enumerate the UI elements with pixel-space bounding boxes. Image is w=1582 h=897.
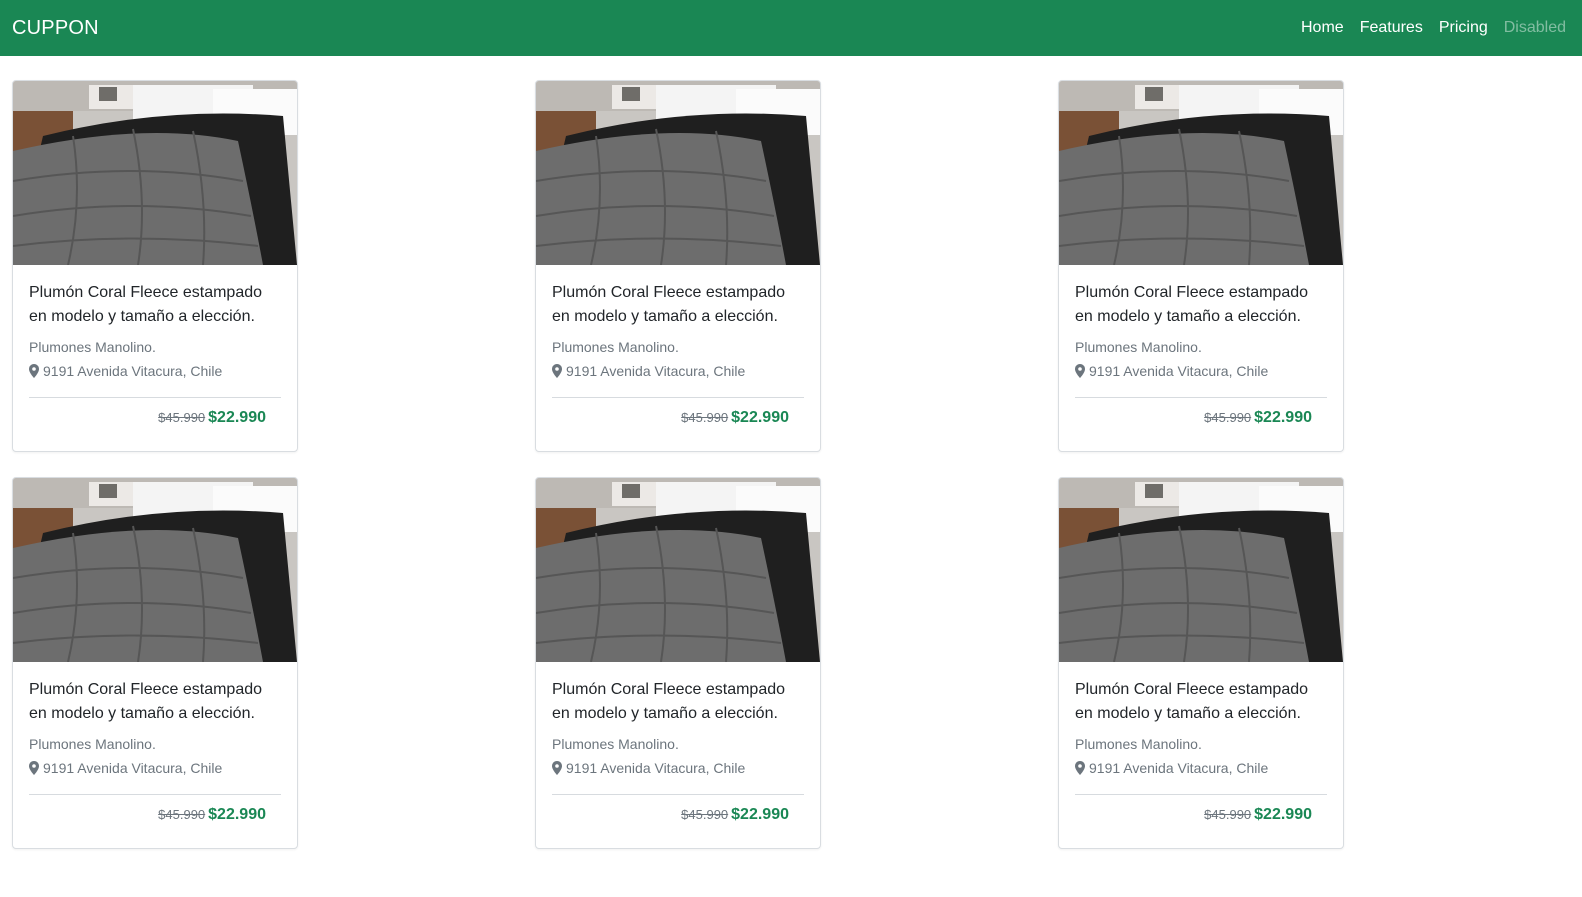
card-body: Plumón Coral Fleece estampado en modelo … — [13, 265, 297, 427]
product-image[interactable] — [1059, 478, 1343, 662]
address-text: 9191 Avenida Vitacura, Chile — [43, 363, 223, 379]
product-title[interactable]: Plumón Coral Fleece estampado en modelo … — [1075, 281, 1327, 329]
original-price: $45.990 — [1204, 410, 1252, 425]
nav-link-features[interactable]: Features — [1360, 19, 1423, 37]
product-card[interactable]: Plumón Coral Fleece estampado en modelo … — [1058, 477, 1344, 849]
original-price: $45.990 — [1204, 807, 1252, 822]
product-image[interactable] — [536, 81, 820, 265]
discount-price: $22.990 — [1254, 806, 1312, 823]
map-marker-icon — [29, 364, 39, 378]
product-card[interactable]: Plumón Coral Fleece estampado en modelo … — [12, 477, 298, 849]
map-marker-icon — [29, 761, 39, 775]
card-body: Plumón Coral Fleece estampado en modelo … — [13, 662, 297, 824]
product-image[interactable] — [1059, 81, 1343, 265]
nav-link-pricing[interactable]: Pricing — [1439, 19, 1488, 37]
store-address: 9191 Avenida Vitacura, Chile — [552, 361, 804, 381]
product-image[interactable] — [536, 478, 820, 662]
discount-price: $22.990 — [1254, 409, 1312, 426]
price-row: $45.990 $22.990 — [1075, 806, 1327, 824]
discount-price: $22.990 — [731, 806, 789, 823]
original-price: $45.990 — [681, 410, 729, 425]
product-title[interactable]: Plumón Coral Fleece estampado en modelo … — [552, 678, 804, 726]
price-row: $45.990 $22.990 — [552, 806, 804, 824]
store-address: 9191 Avenida Vitacura, Chile — [29, 361, 281, 381]
card-divider — [1075, 794, 1327, 795]
address-text: 9191 Avenida Vitacura, Chile — [566, 363, 746, 379]
original-price: $45.990 — [681, 807, 729, 822]
card-divider — [552, 794, 804, 795]
original-price: $45.990 — [158, 410, 206, 425]
address-text: 9191 Avenida Vitacura, Chile — [1089, 760, 1269, 776]
product-image[interactable] — [13, 81, 297, 265]
card-body: Plumón Coral Fleece estampado en modelo … — [536, 265, 820, 427]
store-address: 9191 Avenida Vitacura, Chile — [29, 758, 281, 778]
seller-name: Plumones Manolino. — [552, 339, 679, 355]
address-text: 9191 Avenida Vitacura, Chile — [43, 760, 223, 776]
card-body: Plumón Coral Fleece estampado en modelo … — [536, 662, 820, 824]
card-divider — [552, 397, 804, 398]
store-address: 9191 Avenida Vitacura, Chile — [552, 758, 804, 778]
card-divider — [1075, 397, 1327, 398]
discount-price: $22.990 — [208, 806, 266, 823]
price-row: $45.990 $22.990 — [29, 806, 281, 824]
product-title[interactable]: Plumón Coral Fleece estampado en modelo … — [552, 281, 804, 329]
seller-name: Plumones Manolino. — [1075, 339, 1202, 355]
product-card[interactable]: Plumón Coral Fleece estampado en modelo … — [12, 80, 298, 452]
map-marker-icon — [552, 761, 562, 775]
product-card[interactable]: Plumón Coral Fleece estampado en modelo … — [535, 80, 821, 452]
map-marker-icon — [1075, 761, 1085, 775]
price-row: $45.990 $22.990 — [552, 409, 804, 427]
address-text: 9191 Avenida Vitacura, Chile — [566, 760, 746, 776]
nav-link-home[interactable]: Home — [1301, 19, 1344, 37]
nav-links: Home Features Pricing Disabled — [1301, 19, 1566, 37]
original-price: $45.990 — [158, 807, 206, 822]
product-title[interactable]: Plumón Coral Fleece estampado en modelo … — [1075, 678, 1327, 726]
card-divider — [29, 794, 281, 795]
map-marker-icon — [552, 364, 562, 378]
brand-logo[interactable]: CUPPON — [12, 17, 99, 40]
seller-name: Plumones Manolino. — [29, 736, 156, 752]
address-text: 9191 Avenida Vitacura, Chile — [1089, 363, 1269, 379]
store-address: 9191 Avenida Vitacura, Chile — [1075, 758, 1327, 778]
card-divider — [29, 397, 281, 398]
store-address: 9191 Avenida Vitacura, Chile — [1075, 361, 1327, 381]
product-title[interactable]: Plumón Coral Fleece estampado en modelo … — [29, 281, 281, 329]
product-card[interactable]: Plumón Coral Fleece estampado en modelo … — [1058, 80, 1344, 452]
map-marker-icon — [1075, 364, 1085, 378]
nav-link-disabled: Disabled — [1503, 19, 1566, 36]
discount-price: $22.990 — [208, 409, 266, 426]
product-image[interactable] — [13, 478, 297, 662]
product-title[interactable]: Plumón Coral Fleece estampado en modelo … — [29, 678, 281, 726]
product-card[interactable]: Plumón Coral Fleece estampado en modelo … — [535, 477, 821, 849]
top-navbar: CUPPON Home Features Pricing Disabled — [0, 0, 1582, 56]
price-row: $45.990 $22.990 — [29, 409, 281, 427]
seller-name: Plumones Manolino. — [552, 736, 679, 752]
seller-name: Plumones Manolino. — [29, 339, 156, 355]
seller-name: Plumones Manolino. — [1075, 736, 1202, 752]
price-row: $45.990 $22.990 — [1075, 409, 1327, 427]
card-body: Plumón Coral Fleece estampado en modelo … — [1059, 265, 1343, 427]
product-grid: Plumón Coral Fleece estampado en modelo … — [12, 80, 1352, 849]
card-body: Plumón Coral Fleece estampado en modelo … — [1059, 662, 1343, 824]
discount-price: $22.990 — [731, 409, 789, 426]
